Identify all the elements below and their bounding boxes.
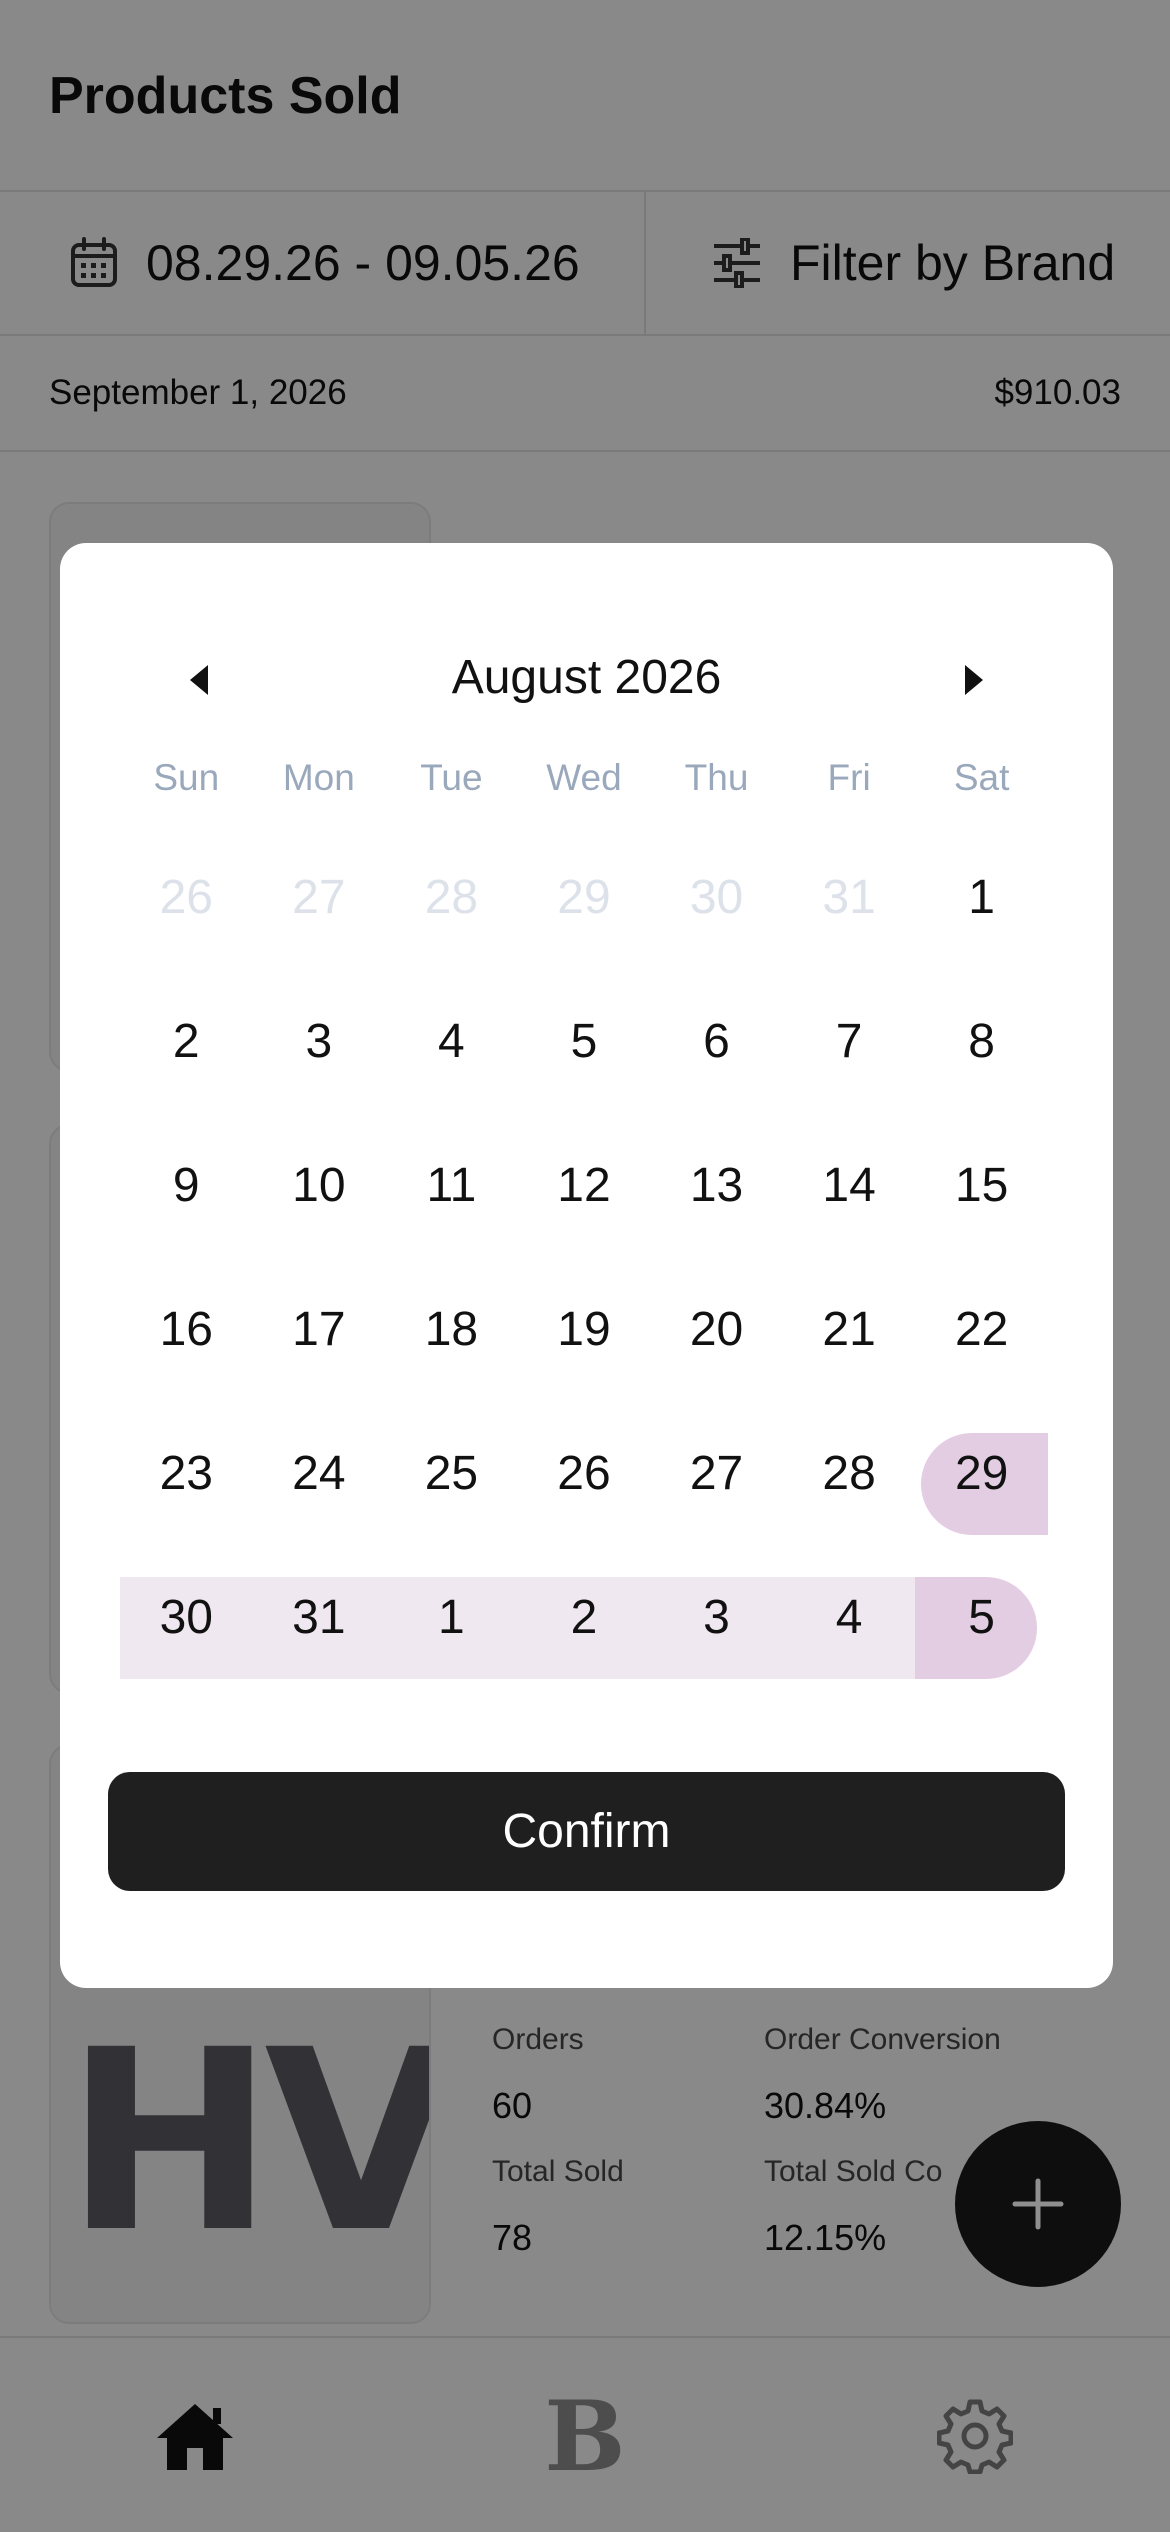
calendar-day[interactable]: 11 bbox=[385, 1113, 518, 1257]
calendar-week: 9 10 11 12 13 14 15 bbox=[120, 1113, 1048, 1257]
calendar-day[interactable]: 26 bbox=[518, 1401, 651, 1545]
calendar-week: 30 31 1 2 3 4 5 bbox=[120, 1545, 1048, 1689]
calendar-day-in-range[interactable]: 31 bbox=[253, 1545, 386, 1689]
previous-month-button[interactable] bbox=[175, 655, 225, 705]
weekday-label: Tue bbox=[420, 757, 483, 798]
calendar-day[interactable]: 21 bbox=[783, 1257, 916, 1401]
calendar-week: 16 17 18 19 20 21 22 bbox=[120, 1257, 1048, 1401]
calendar-day[interactable]: 27 bbox=[650, 1401, 783, 1545]
calendar-day[interactable]: 15 bbox=[915, 1113, 1048, 1257]
weekday-label: Sun bbox=[153, 757, 220, 798]
weekday-label: Mon bbox=[282, 757, 355, 798]
next-month-button[interactable] bbox=[948, 655, 998, 705]
calendar-day[interactable]: 12 bbox=[518, 1113, 651, 1257]
calendar-week: 2 3 4 5 6 7 8 bbox=[120, 969, 1048, 1113]
calendar-day[interactable]: 16 bbox=[120, 1257, 253, 1401]
calendar-day[interactable]: 20 bbox=[650, 1257, 783, 1401]
calendar-day[interactable]: 9 bbox=[120, 1113, 253, 1257]
calendar-grid: 26 27 28 29 30 31 1 2 3 4 5 6 7 8 9 10 1… bbox=[120, 825, 1048, 1689]
calendar-day[interactable]: 8 bbox=[915, 969, 1048, 1113]
calendar-day[interactable]: 10 bbox=[253, 1113, 386, 1257]
calendar-day[interactable]: 17 bbox=[253, 1257, 386, 1401]
calendar-day[interactable]: 1 bbox=[915, 825, 1048, 969]
calendar-day[interactable]: 2 bbox=[120, 969, 253, 1113]
confirm-button[interactable]: Confirm bbox=[108, 1772, 1065, 1891]
calendar-day[interactable]: 19 bbox=[518, 1257, 651, 1401]
calendar-day-in-range[interactable]: 3 bbox=[650, 1545, 783, 1689]
calendar-day-in-range[interactable]: 1 bbox=[385, 1545, 518, 1689]
calendar-day[interactable]: 7 bbox=[783, 969, 916, 1113]
calendar-day-in-range[interactable]: 30 bbox=[120, 1545, 253, 1689]
calendar-day[interactable]: 6 bbox=[650, 969, 783, 1113]
calendar-day-outside-month: 27 bbox=[292, 870, 346, 924]
triangle-left-icon bbox=[190, 665, 210, 695]
calendar-week: 23 24 25 26 27 28 29 bbox=[120, 1401, 1048, 1545]
calendar-day-outside-month: 28 bbox=[424, 870, 479, 924]
weekday-label: Wed bbox=[546, 757, 622, 798]
weekday-label: Sat bbox=[953, 757, 1010, 798]
weekday-label: Thu bbox=[684, 757, 749, 798]
calendar-day-in-range[interactable]: 4 bbox=[783, 1545, 916, 1689]
calendar-day[interactable]: 22 bbox=[915, 1257, 1048, 1401]
calendar-day-outside-month: 26 bbox=[159, 870, 213, 924]
calendar-day[interactable]: 4 bbox=[385, 969, 518, 1113]
date-picker-modal: August 2026 Sun Mon Tue Wed Thu Fri Sat … bbox=[60, 543, 1113, 1988]
calendar-header: August 2026 bbox=[60, 633, 1113, 723]
weekday-label: Fri bbox=[827, 757, 871, 798]
calendar-day-outside-month: 29 bbox=[557, 870, 611, 924]
calendar-day[interactable]: 24 bbox=[253, 1401, 386, 1545]
calendar-day[interactable]: 23 bbox=[120, 1401, 253, 1545]
calendar-day[interactable]: 25 bbox=[385, 1401, 518, 1545]
calendar-day-in-range[interactable]: 2 bbox=[518, 1545, 651, 1689]
weekday-header: Sun Mon Tue Wed Thu Fri Sat bbox=[120, 748, 1048, 808]
calendar-day-outside-month: 30 bbox=[689, 870, 744, 924]
calendar-day[interactable]: 28 bbox=[783, 1401, 916, 1545]
calendar-week: 26 27 28 29 30 31 1 bbox=[120, 825, 1048, 969]
calendar-day[interactable]: 18 bbox=[385, 1257, 518, 1401]
calendar-day-outside-month: 31 bbox=[822, 870, 876, 924]
triangle-right-icon bbox=[963, 665, 983, 695]
calendar-day[interactable]: 13 bbox=[650, 1113, 783, 1257]
calendar-day[interactable]: 3 bbox=[253, 969, 386, 1113]
calendar-day[interactable]: 5 bbox=[518, 969, 651, 1113]
calendar-day[interactable]: 14 bbox=[783, 1113, 916, 1257]
